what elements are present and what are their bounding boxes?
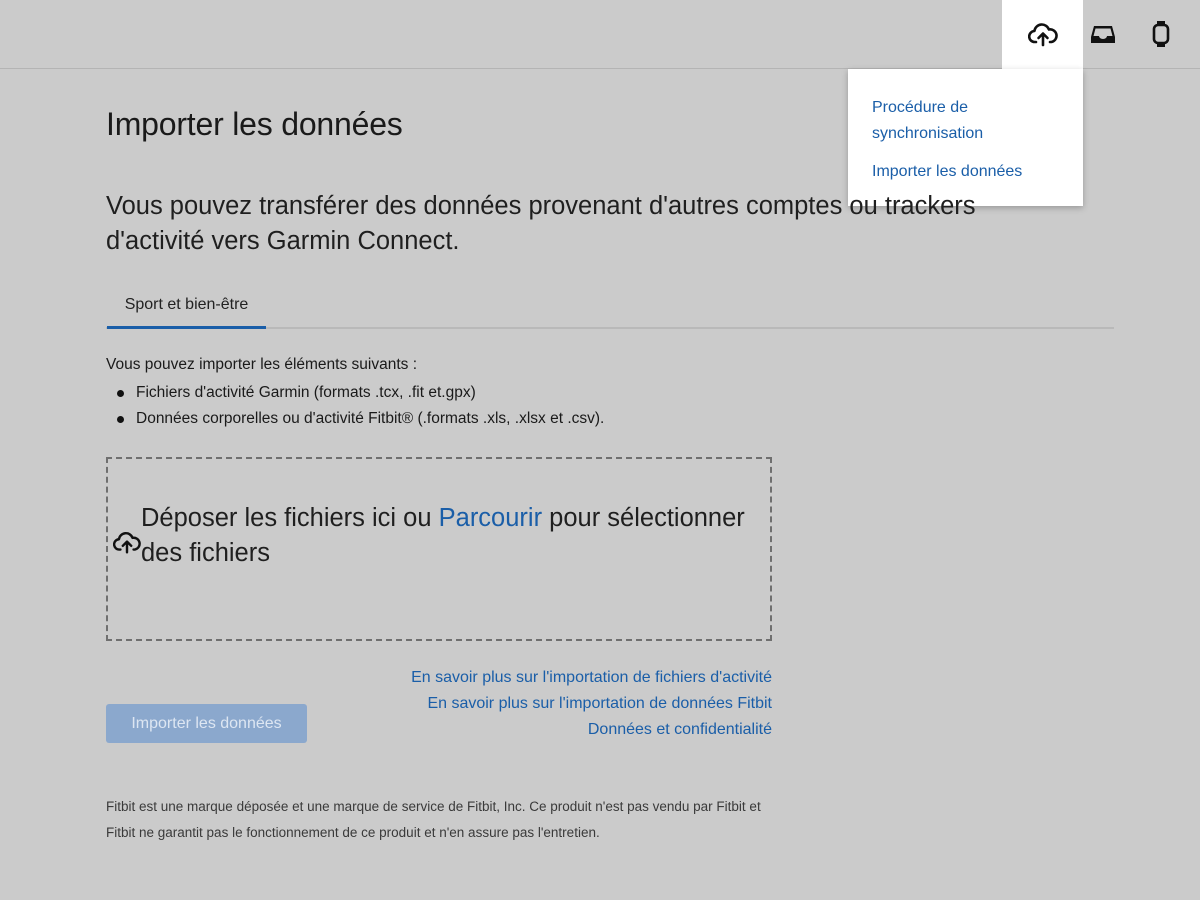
dropzone-text-before: Déposer les fichiers ici ou — [141, 504, 439, 532]
page-title: Importer les données — [106, 106, 403, 142]
format-list: Fichiers d'activité Garmin (formats .tcx… — [106, 380, 604, 432]
fitbit-disclaimer: Fitbit est une marque déposée et une mar… — [106, 799, 761, 840]
watch-icon[interactable] — [1131, 0, 1191, 68]
file-dropzone[interactable]: Déposer les fichiers ici ou Parcourir po… — [106, 457, 772, 641]
menu-item-sync-procedure[interactable]: Procédure de synchronisation — [872, 95, 1059, 147]
tab-bar: Sport et bien-être — [106, 283, 1114, 329]
upload-cloud-icon — [113, 532, 141, 554]
link-data-privacy[interactable]: Données et confidentialité — [300, 717, 772, 743]
top-bar — [0, 0, 1200, 69]
import-data-button[interactable]: Importer les données — [106, 704, 307, 743]
intro-text: Vous pouvez transférer des données prove… — [106, 192, 976, 255]
list-item: Données corporelles ou d'activité Fitbit… — [106, 406, 604, 432]
inbox-icon[interactable] — [1073, 0, 1133, 68]
link-fitbit-import-info[interactable]: En savoir plus sur l'importation de donn… — [300, 691, 772, 717]
link-activity-import-info[interactable]: En savoir plus sur l'importation de fich… — [300, 665, 772, 691]
help-links: En savoir plus sur l'importation de fich… — [300, 665, 772, 743]
dropzone-text: Déposer les fichiers ici ou Parcourir po… — [141, 501, 771, 571]
upload-cloud-icon[interactable] — [1002, 0, 1083, 69]
tab-sport-wellness[interactable]: Sport et bien-être — [107, 283, 266, 329]
menu-item-import-data[interactable]: Importer les données — [872, 159, 1059, 185]
sync-dropdown-menu: Procédure de synchronisation Importer le… — [848, 69, 1083, 206]
import-intro-text: Vous pouvez importer les éléments suivan… — [106, 356, 418, 373]
list-item: Fichiers d'activité Garmin (formats .tcx… — [106, 380, 604, 406]
browse-link[interactable]: Parcourir — [439, 504, 542, 532]
